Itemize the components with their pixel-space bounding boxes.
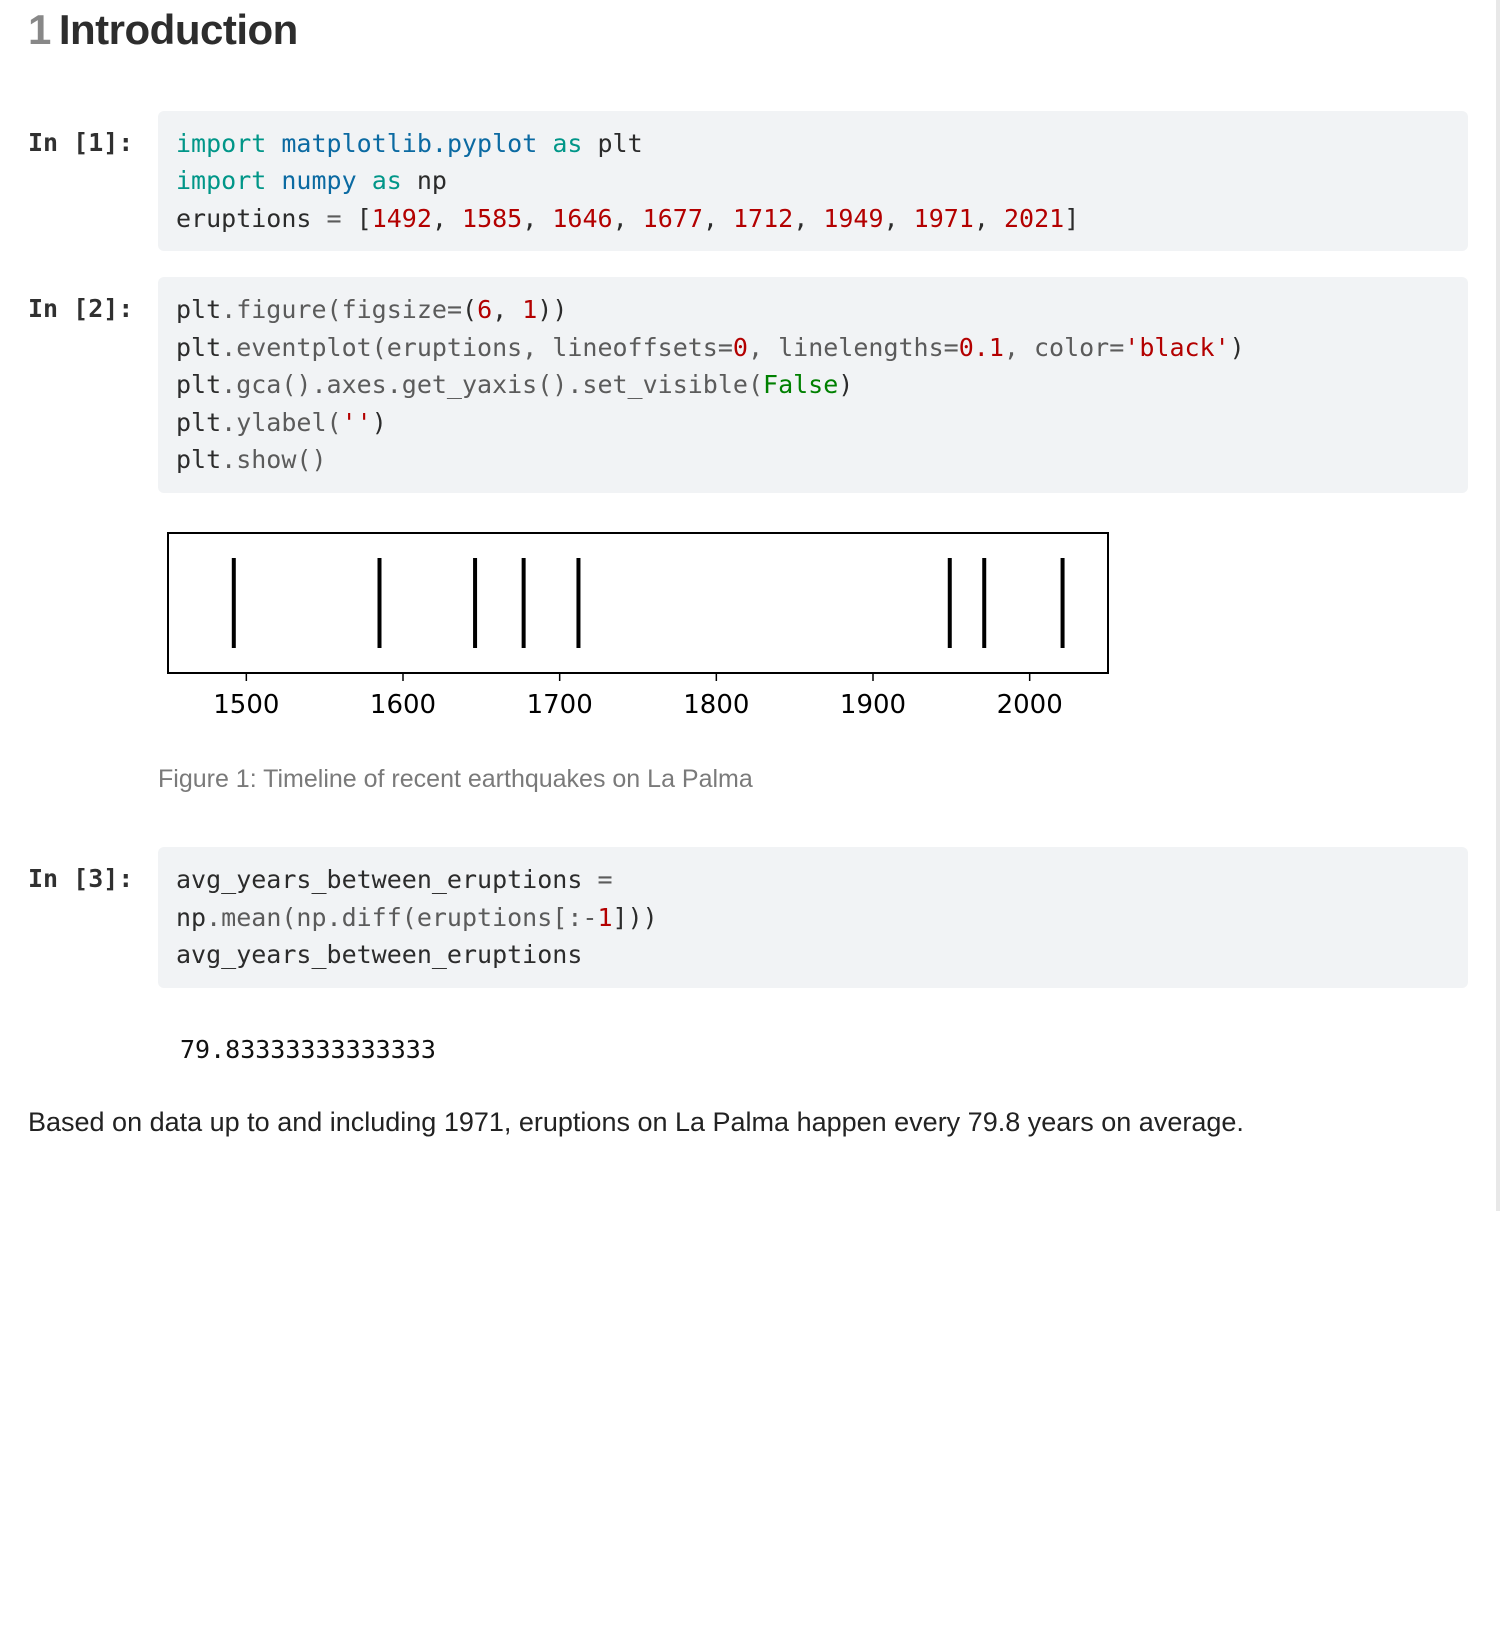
cell-output: 79.83333333333333 [158, 1014, 1468, 1076]
section-heading: 1Introduction [28, 0, 1468, 61]
x-tick-label: 2000 [997, 690, 1063, 720]
x-tick-label: 1500 [213, 690, 279, 720]
code-cell-3: In [3]: avg_years_between_eruptions = np… [28, 847, 1468, 988]
section-title-text: Introduction [59, 6, 298, 53]
code-cell-2: In [2]: plt.figure(figsize=(6, 1)) plt.e… [28, 277, 1468, 493]
x-tick-label: 1700 [527, 690, 593, 720]
prose-paragraph: Based on data up to and including 1971, … [28, 1102, 1468, 1144]
cell-prompt: In [3]: [28, 847, 158, 897]
cell-prompt: In [2]: [28, 277, 158, 327]
code-input[interactable]: plt.figure(figsize=(6, 1)) plt.eventplot… [158, 277, 1468, 493]
cell-prompt: In [1]: [28, 111, 158, 161]
eventplot-chart: 1500 1600 1700 1800 1900 2000 [158, 523, 1118, 733]
code-input[interactable]: avg_years_between_eruptions = np.mean(np… [158, 847, 1468, 988]
figure-output: 1500 1600 1700 1800 1900 2000 Figure 1: Timel… [158, 523, 1468, 797]
figure-caption: Figure 1: Timeline of recent earthquakes… [158, 761, 1468, 797]
code-cell-1: In [1]: import matplotlib.pyplot as plt … [28, 111, 1468, 252]
code-input[interactable]: import matplotlib.pyplot as plt import n… [158, 111, 1468, 252]
section-number: 1 [28, 6, 51, 53]
x-tick-label: 1900 [840, 690, 906, 720]
x-tick-label: 1600 [370, 690, 436, 720]
x-tick-label: 1800 [683, 690, 749, 720]
output-text: 79.83333333333333 [158, 1014, 1468, 1076]
